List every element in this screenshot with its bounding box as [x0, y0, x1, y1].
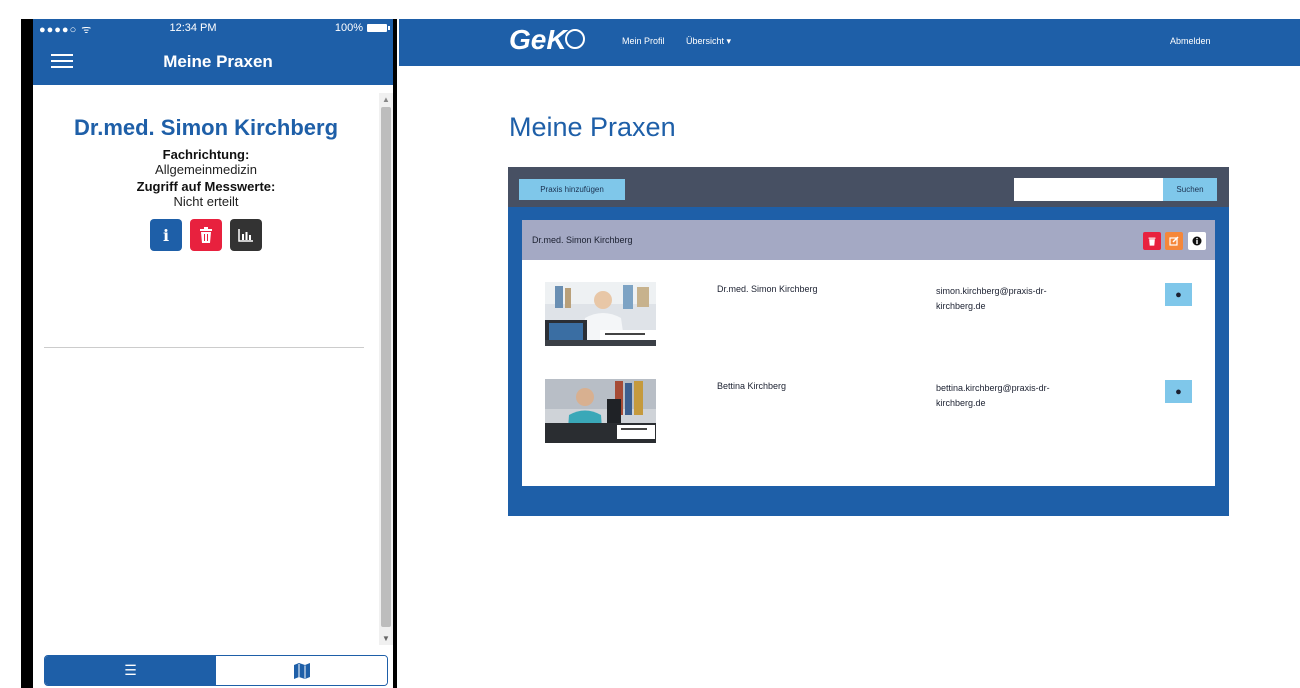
add-praxis-button[interactable]: Praxis hinzufügen — [519, 179, 625, 200]
specialty-label: Fachrichtung: — [162, 147, 250, 162]
trash-icon — [1148, 237, 1156, 246]
member-email[interactable]: bettina.kirchberg@praxis-dr-kirchberg.de — [936, 381, 1076, 411]
member-photo — [545, 282, 656, 346]
status-time: 12:34 PM — [169, 22, 217, 34]
doctor-actions: i — [33, 219, 379, 251]
info-icon: i — [162, 225, 170, 245]
edit-praxis-button[interactable] — [1165, 232, 1183, 250]
info-icon: ● — [1175, 385, 1182, 398]
doctor-name: Dr.med. Simon Kirchberg — [73, 115, 339, 140]
web-app: GeK Mein Profil Übersicht ▾ Abmelden Mei… — [399, 19, 1300, 688]
app-bar: Meine Praxen — [33, 37, 393, 85]
praxis-card-header: Dr.med. Simon Kirchberg — [522, 220, 1215, 260]
app-title: Meine Praxen — [163, 52, 273, 71]
screenshot-stage: ●●●●○ ᯤ 12:34 PM 100% Meine Praxen Dr.me… — [0, 0, 1300, 688]
top-navbar: GeK Mein Profil Übersicht ▾ Abmelden — [399, 19, 1300, 66]
access-value: Nicht erteilt — [173, 194, 239, 209]
view-toggle: ☰ — [44, 655, 388, 686]
brand-mark-icon — [565, 29, 585, 49]
panel-toolbar: Praxis hinzufügen Suchen — [508, 167, 1229, 207]
edit-icon — [1169, 236, 1179, 246]
bar-chart-icon — [238, 229, 253, 242]
scroll-up-icon[interactable]: ▲ — [382, 95, 390, 104]
brand-logo[interactable]: GeK — [509, 24, 567, 56]
phone-frame: ●●●●○ ᯤ 12:34 PM 100% Meine Praxen Dr.me… — [21, 19, 397, 688]
search-button[interactable]: Suchen — [1163, 178, 1217, 201]
nav-profile[interactable]: Mein Profil — [622, 36, 665, 46]
list-icon: ☰ — [124, 662, 137, 678]
phone-screen: ●●●●○ ᯤ 12:34 PM 100% Meine Praxen Dr.me… — [33, 19, 393, 688]
chart-button[interactable] — [230, 219, 262, 251]
praxis-title: Dr.med. Simon Kirchberg — [532, 235, 633, 245]
divider — [44, 347, 364, 348]
praxen-panel: Praxis hinzufügen Suchen Dr.med. Simon K… — [508, 167, 1229, 516]
phone-content: Dr.med. Simon Kirchberg Fachrichtung: Al… — [33, 85, 379, 651]
page-title: Meine Praxen — [509, 112, 676, 142]
praxis-info-button[interactable] — [1188, 232, 1206, 250]
map-view-tab[interactable] — [216, 656, 387, 685]
member-row: Bettina Kirchberg bettina.kirchberg@prax… — [522, 379, 1215, 449]
scroll-down-icon[interactable]: ▼ — [382, 634, 390, 643]
nav-logout[interactable]: Abmelden — [1170, 36, 1211, 46]
delete-praxis-button[interactable] — [1143, 232, 1161, 250]
doctor-card: Dr.med. Simon Kirchberg Fachrichtung: Al… — [33, 115, 379, 251]
map-icon — [293, 662, 310, 679]
list-view-tab[interactable]: ☰ — [45, 656, 216, 685]
member-row: Dr.med. Simon Kirchberg simon.kirchberg@… — [522, 282, 1215, 352]
member-name: Dr.med. Simon Kirchberg — [717, 284, 818, 294]
member-email[interactable]: simon.kirchberg@praxis-dr-kirchberg.de — [936, 284, 1076, 314]
info-circle-icon — [1192, 236, 1202, 246]
scroll-thumb[interactable] — [381, 107, 391, 627]
member-photo — [545, 379, 656, 443]
member-name: Bettina Kirchberg — [717, 381, 787, 391]
info-icon: ● — [1175, 288, 1182, 301]
status-bar: ●●●●○ ᯤ 12:34 PM 100% — [33, 19, 393, 37]
member-info-button[interactable]: ● — [1165, 283, 1192, 306]
battery-percent: 100% — [334, 22, 363, 34]
access-label: Zugriff auf Messwerte: — [136, 179, 276, 194]
info-button[interactable]: i — [150, 219, 182, 251]
search-input[interactable] — [1014, 178, 1163, 201]
phone-scrollbar[interactable]: ▲ ▼ — [379, 93, 393, 645]
battery-icon — [367, 24, 390, 32]
trash-icon — [200, 227, 212, 243]
delete-button[interactable] — [190, 219, 222, 251]
member-info-button[interactable]: ● — [1165, 380, 1192, 403]
praxis-card: Dr.med. Simon Kirchberg Dr.med. Simon Ki… — [522, 220, 1215, 486]
specialty-value: Allgemeinmedizin — [155, 162, 257, 177]
nav-overview-dropdown[interactable]: Übersicht ▾ — [686, 36, 731, 47]
